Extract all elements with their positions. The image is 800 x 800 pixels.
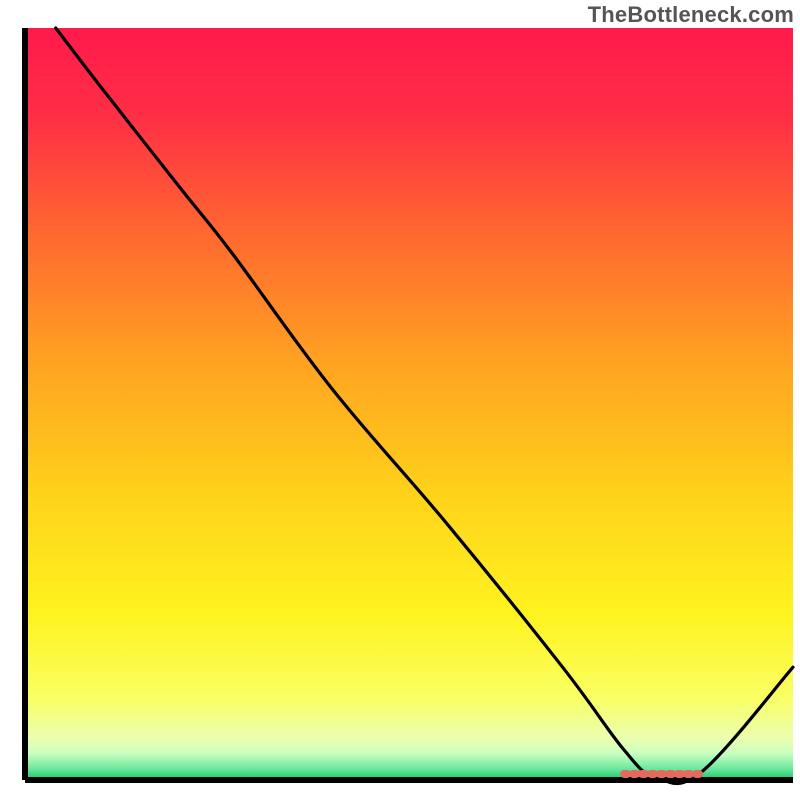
chart-container: TheBottleneck.com [0,0,800,800]
plot-background-gradient [25,28,793,780]
bottleneck-chart [0,0,800,800]
watermark-text: TheBottleneck.com [588,2,794,28]
